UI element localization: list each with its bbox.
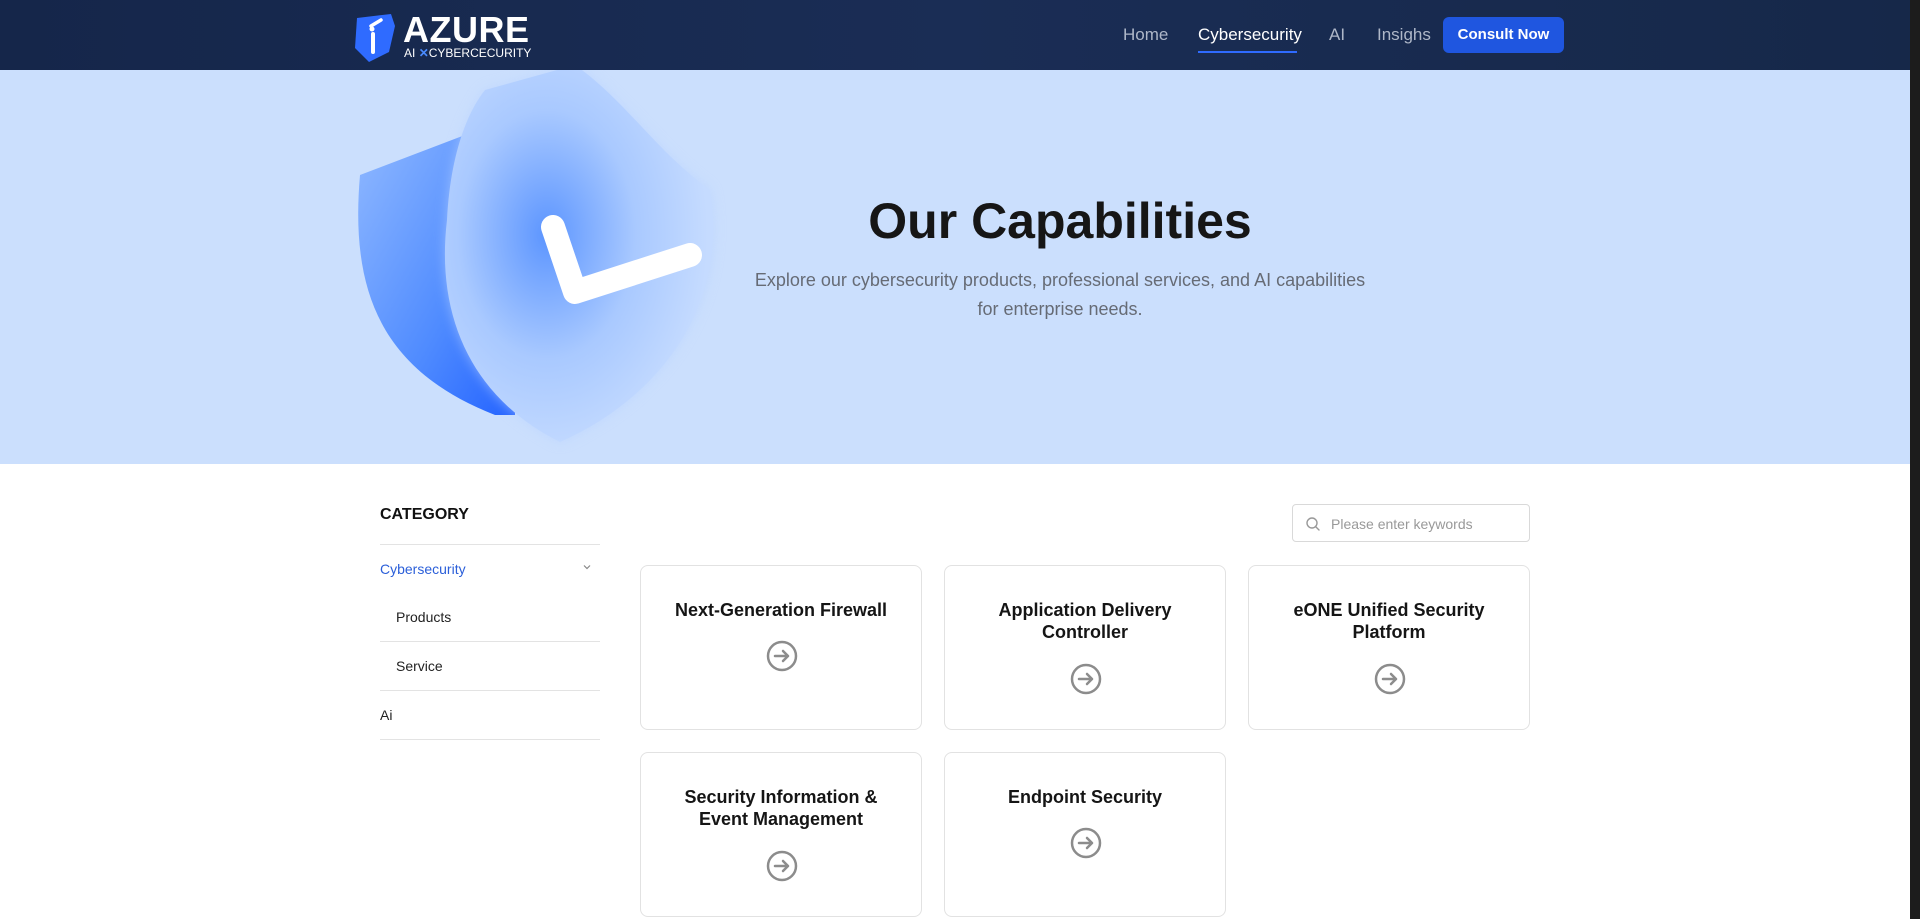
card-endpoint-security[interactable]: Endpoint Security	[944, 752, 1226, 917]
nav-insighs[interactable]: Insighs	[1377, 25, 1431, 45]
nav-active-underline	[1198, 51, 1297, 53]
card-application-delivery-controller[interactable]: Application Delivery Controller	[944, 565, 1226, 730]
hero-banner: Our Capabilities Explore our cybersecuri…	[0, 70, 1910, 464]
scrollbar[interactable]	[1910, 0, 1920, 919]
arrow-right-circle-icon[interactable]	[766, 640, 798, 672]
logo-sub-ai: AI	[404, 46, 416, 60]
search-box[interactable]	[1292, 504, 1530, 542]
sidebar-item-cybersecurity[interactable]: Cybersecurity	[380, 561, 466, 577]
card-title: Next-Generation Firewall	[674, 600, 888, 620]
card-title: Application Delivery Controller	[998, 600, 1172, 642]
nav-cybersecurity[interactable]: Cybersecurity	[1198, 25, 1302, 45]
logo[interactable]: AZURE AI ✕CYBERCECURITY	[351, 10, 531, 62]
card-next-generation-firewall[interactable]: Next-Generation Firewall	[640, 565, 922, 730]
sidebar-item-ai[interactable]: Ai	[380, 707, 392, 723]
chevron-down-icon[interactable]	[582, 562, 592, 572]
hero-title: Our Capabilities	[868, 193, 1252, 249]
arrow-right-circle-icon[interactable]	[1070, 663, 1102, 695]
logo-title: AZURE	[403, 9, 530, 50]
hero-subtitle-line-2: for enterprise needs.	[977, 299, 1143, 319]
sidebar-divider	[380, 690, 600, 691]
sidebar-divider	[380, 641, 600, 642]
card-title: eONE Unified Security Platform	[1293, 600, 1485, 642]
consult-now-button[interactable]: Consult Now	[1443, 17, 1564, 53]
category-divider	[380, 544, 600, 545]
hero-subtitle-line-1: Explore our cybersecurity products, prof…	[754, 270, 1366, 290]
site-header: AZURE AI ✕CYBERCECURITY Home Cybersecuri…	[0, 0, 1910, 70]
logo-sub-x: ✕	[418, 46, 429, 60]
logo-sub-cyber: CYBERCECURITY	[428, 46, 532, 60]
card-security-information-event-management[interactable]: Security Information & Event Management	[640, 752, 922, 917]
sidebar-divider	[380, 739, 600, 740]
search-icon	[1306, 517, 1320, 531]
sidebar-item-service[interactable]: Service	[396, 658, 443, 674]
arrow-right-circle-icon[interactable]	[1374, 663, 1406, 695]
arrow-right-circle-icon[interactable]	[1070, 827, 1102, 859]
card-title: Security Information & Event Management	[684, 787, 878, 829]
search-input[interactable]	[1329, 513, 1523, 535]
logo-shield-icon	[355, 14, 395, 62]
logo-subtitle: AI ✕CYBERCECURITY	[404, 46, 531, 60]
arrow-right-circle-icon[interactable]	[766, 850, 798, 882]
nav-ai[interactable]: AI	[1329, 25, 1345, 45]
hero-subtitle: Explore our cybersecurity products, prof…	[745, 266, 1375, 324]
sidebar-item-products[interactable]: Products	[396, 609, 451, 625]
category-title: CATEGORY	[380, 506, 469, 523]
nav-home[interactable]: Home	[1123, 25, 1168, 45]
card-title: Endpoint Security	[1007, 787, 1162, 807]
card-eone-unified-security-platform[interactable]: eONE Unified Security Platform	[1248, 565, 1530, 730]
